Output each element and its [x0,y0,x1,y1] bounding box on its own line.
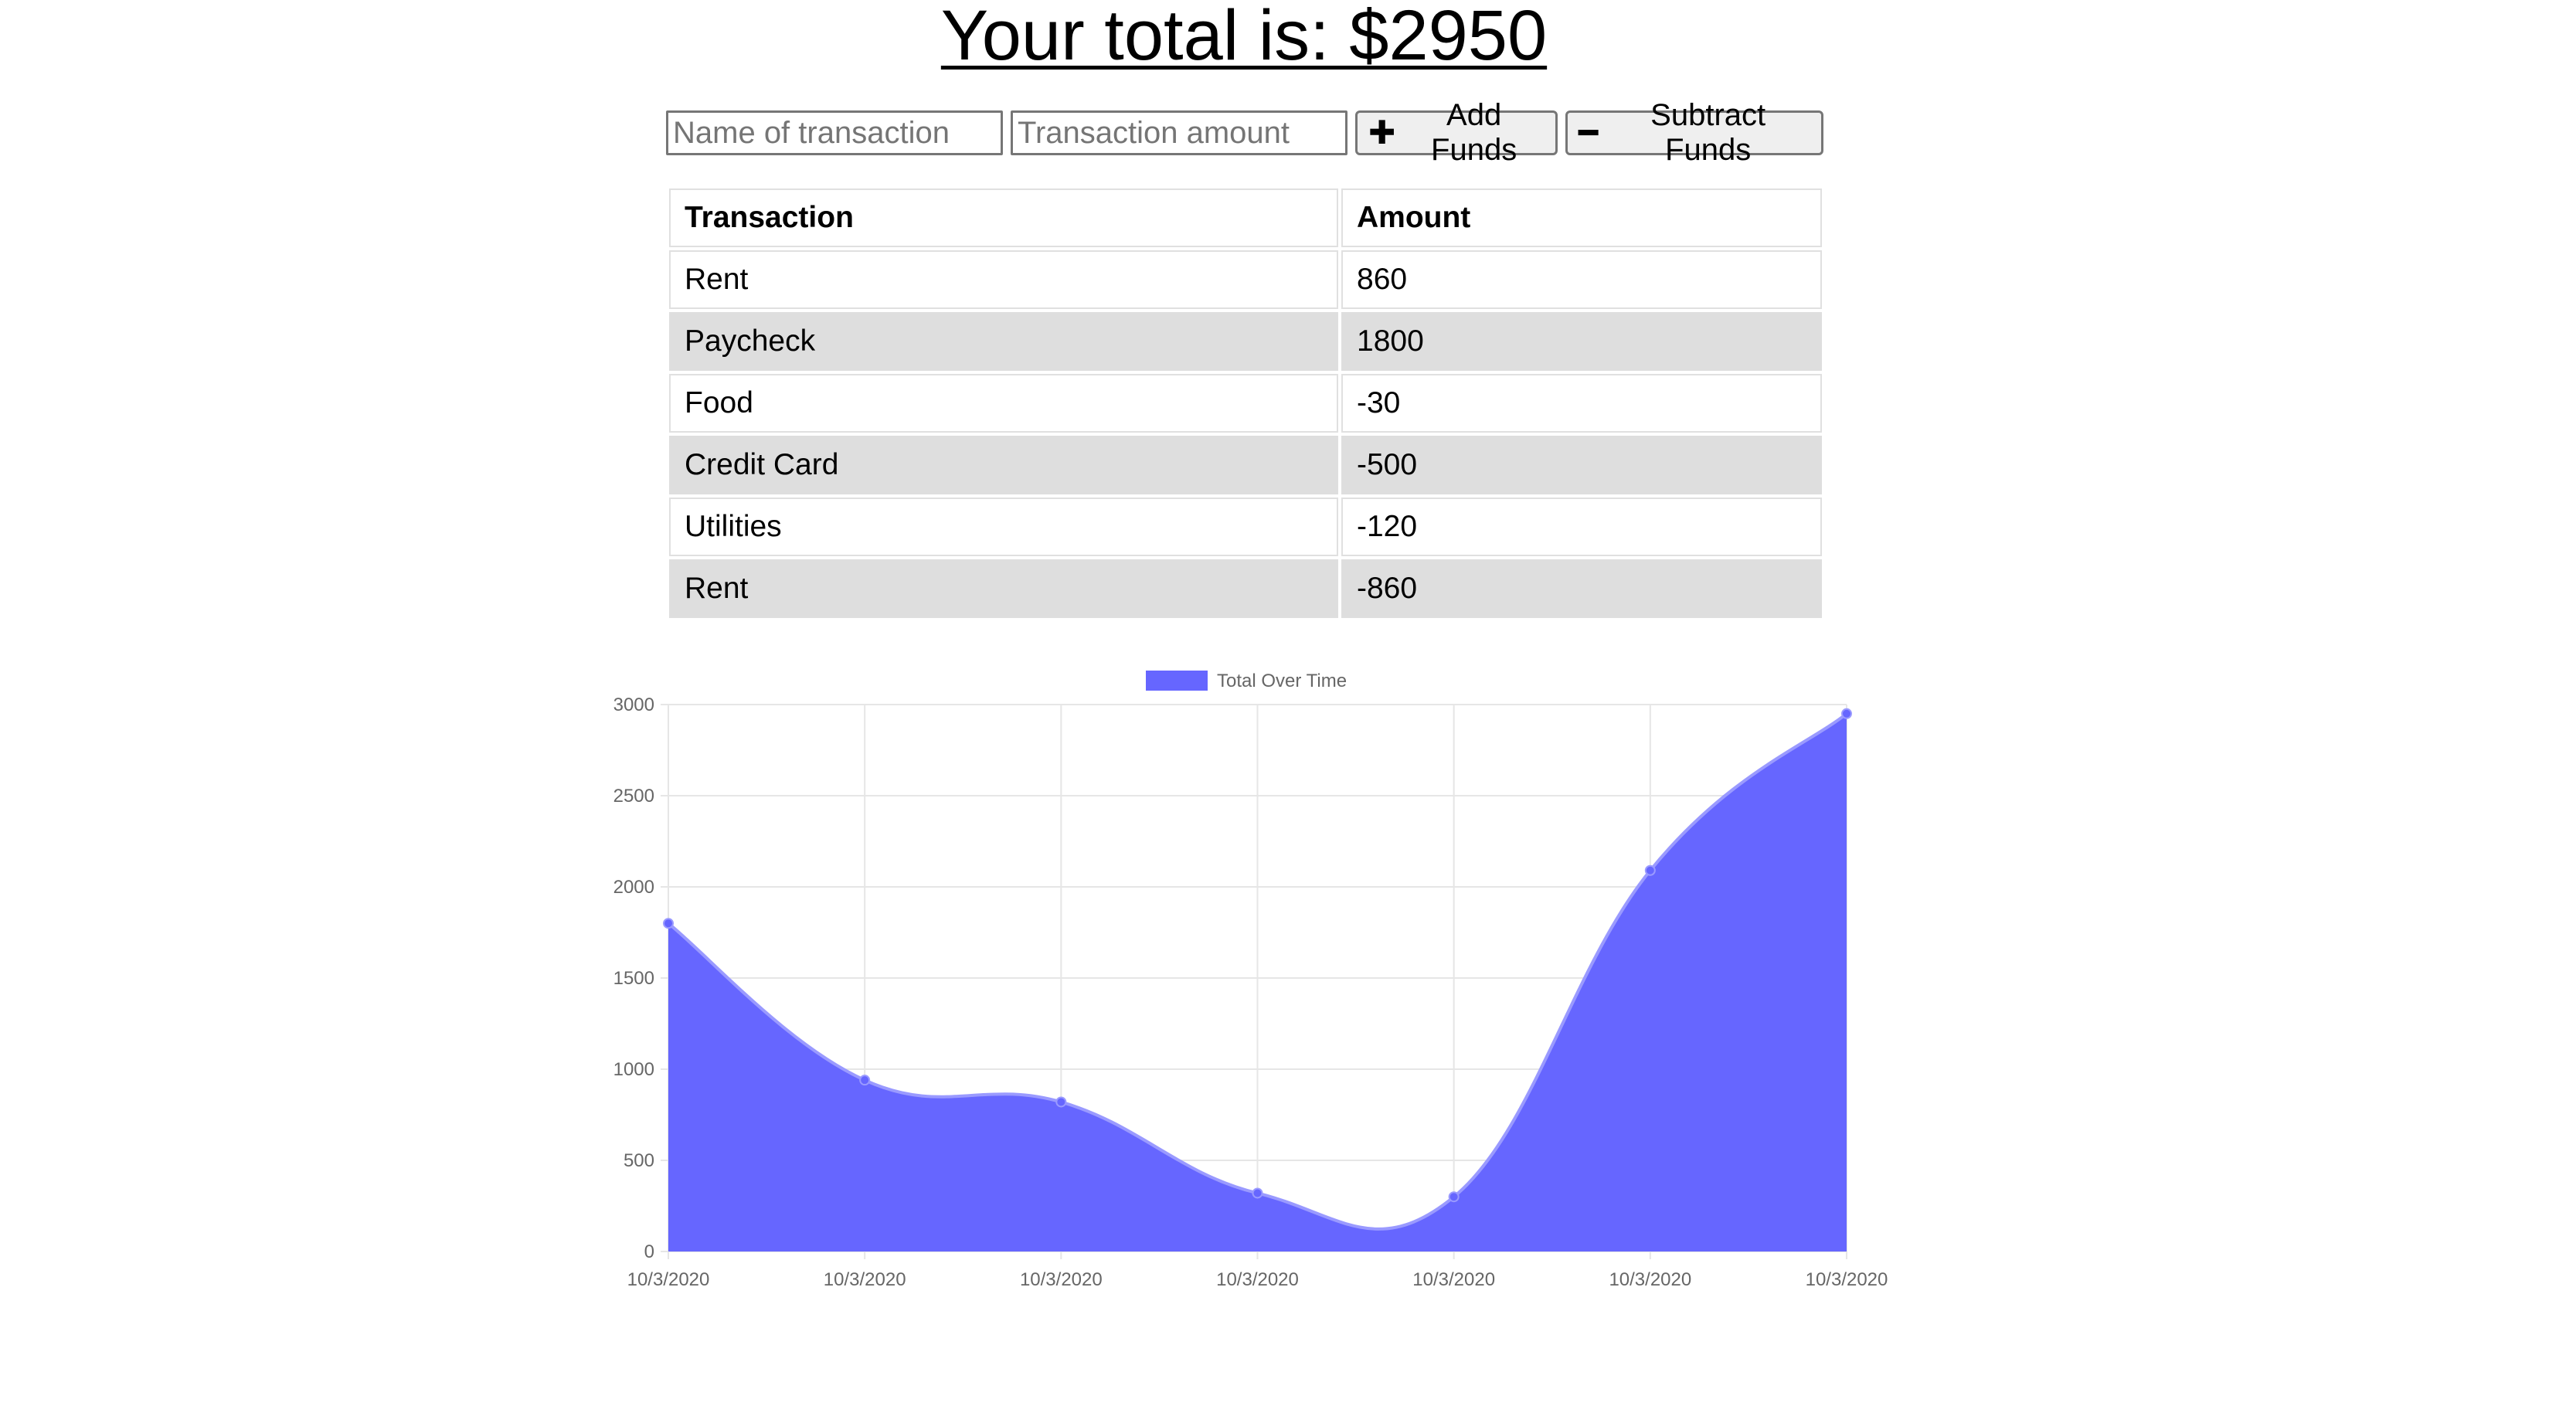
transaction-amount-cell: 860 [1341,250,1822,309]
transaction-amount-cell: -120 [1341,498,1822,556]
transaction-name-cell: Credit Card [669,436,1338,494]
transaction-amount-cell: 1800 [1341,312,1822,371]
transactions-table: Transaction Amount Rent 860 Paycheck 180… [666,185,1825,621]
y-tick-label: 500 [624,1150,654,1171]
legend-swatch [1146,671,1208,691]
transaction-name-cell: Rent [669,559,1338,618]
x-tick-label: 10/3/2020 [627,1269,710,1290]
total-over-time-chart: 0 500 1000 1500 2000 2500 3000 10/3/2020 10/3/20… [0,654,2576,1318]
y-tick-label: 3000 [613,695,654,715]
table-row: Rent 860 [669,250,1822,309]
transaction-amount-cell: -30 [1341,374,1822,433]
data-point [1644,864,1656,876]
transaction-name-cell: Rent [669,250,1338,309]
data-point [1252,1187,1263,1199]
transaction-amount-cell: -500 [1341,436,1822,494]
x-tick-label: 10/3/2020 [1020,1269,1103,1290]
table-row: Paycheck 1800 [669,312,1822,371]
transaction-amount-input[interactable] [1011,110,1347,155]
transaction-name-cell: Food [669,374,1338,433]
x-tick-label: 10/3/2020 [824,1269,906,1290]
table-row: Credit Card -500 [669,436,1822,494]
minus-icon: ━ [1579,114,1599,151]
total-heading: Your total is: $2950 [940,0,1548,75]
y-tick-label: 0 [644,1241,654,1262]
transaction-name-cell: Utilities [669,498,1338,556]
header-amount: Amount [1341,188,1822,247]
legend-label: Total Over Time [1217,671,1347,691]
x-tick-label: 10/3/2020 [1806,1269,1888,1290]
data-point [663,918,674,929]
data-point [1841,708,1852,719]
transaction-name-cell: Paycheck [669,312,1338,371]
y-tick-label: 2500 [613,786,654,807]
plus-icon: ✚ [1368,114,1396,151]
data-point [859,1075,871,1086]
transaction-amount-cell: -860 [1341,559,1822,618]
data-point [1055,1096,1067,1108]
table-row: Food -30 [669,374,1822,433]
table-row: Utilities -120 [669,498,1822,556]
data-point [1448,1191,1460,1203]
transactions-table-container[interactable]: Transaction Amount Rent 860 Paycheck 180… [666,185,1825,652]
x-tick-label: 10/3/2020 [1216,1269,1299,1290]
chart-svg: 0 500 1000 1500 2000 2500 3000 10/3/2020 10/3/20… [613,671,1888,1290]
transaction-form: ✚ Add Funds ━ Subtract Funds [666,98,1823,167]
y-tick-label: 1500 [613,968,654,989]
add-funds-label: Add Funds [1431,98,1517,167]
subtract-funds-label: Subtract Funds [1650,98,1766,167]
x-tick-label: 10/3/2020 [1412,1269,1495,1290]
table-header-row: Transaction Amount [669,188,1822,247]
transaction-name-input[interactable] [666,110,1003,155]
header-transaction: Transaction [669,188,1338,247]
add-funds-button[interactable]: ✚ Add Funds [1355,98,1558,167]
subtract-funds-button[interactable]: ━ Subtract Funds [1565,98,1823,167]
table-row: Rent -860 [669,559,1822,618]
y-tick-label: 1000 [613,1059,654,1080]
y-tick-label: 2000 [613,877,654,898]
x-tick-label: 10/3/2020 [1609,1269,1691,1290]
